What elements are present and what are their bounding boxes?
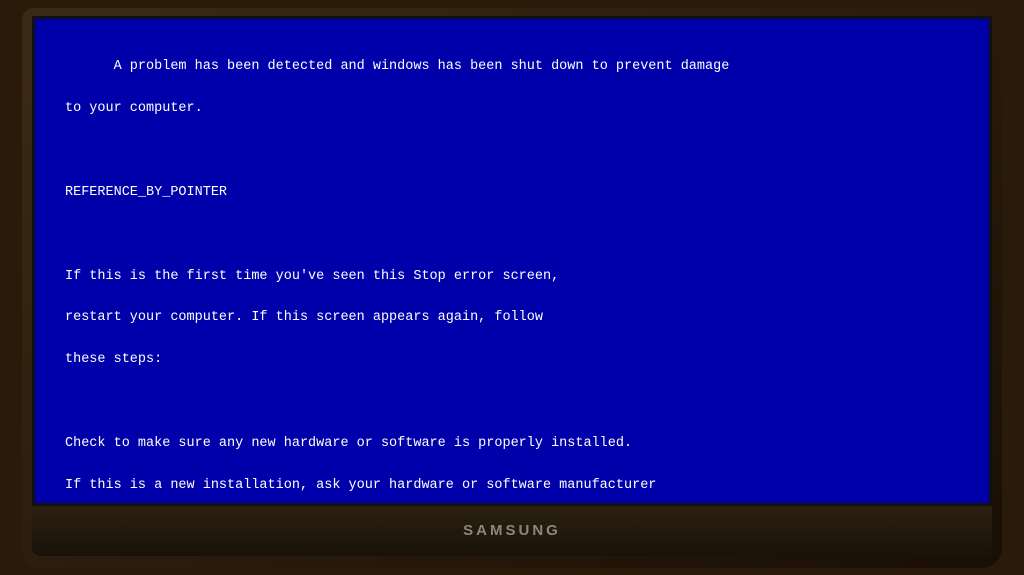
bsod-text: A problem has been detected and windows … — [35, 19, 989, 503]
bsod-line7: restart your computer. If this screen ap… — [65, 310, 543, 325]
bsod-line9 — [65, 394, 73, 409]
bsod-line6: If this is the first time you've seen th… — [65, 269, 559, 284]
bsod-line4: REFERENCE_BY_POINTER — [65, 185, 227, 200]
bsod-line5 — [65, 227, 73, 242]
bsod-line3 — [65, 143, 73, 158]
monitor: A problem has been detected and windows … — [22, 8, 1002, 568]
bsod-line1: A problem has been detected and windows … — [114, 59, 730, 74]
monitor-brand: SAMSUNG — [463, 522, 561, 539]
bsod-line11: If this is a new installation, ask your … — [65, 478, 656, 493]
bsod-line8: these steps: — [65, 352, 162, 367]
bsod-line2: to your computer. — [65, 101, 203, 116]
bsod-line10: Check to make sure any new hardware or s… — [65, 436, 632, 451]
screen: A problem has been detected and windows … — [32, 16, 992, 506]
monitor-bezel-bottom: SAMSUNG — [32, 506, 992, 556]
